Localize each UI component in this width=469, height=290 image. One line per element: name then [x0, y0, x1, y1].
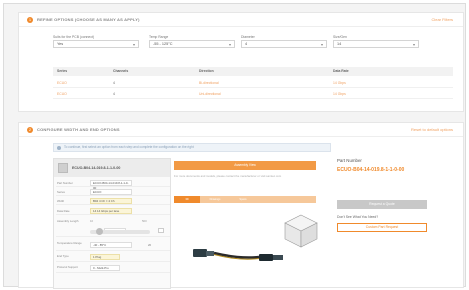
help-question: Don't See What You Need?	[337, 215, 379, 219]
info-text: To continue, first select an option from…	[64, 145, 194, 149]
configure-panel: 2 CONFIGURE WIDTH AND END OPTIONS Reset …	[18, 122, 464, 289]
cable-assembly-image	[193, 249, 283, 261]
tab-drawings[interactable]: Drawings	[202, 196, 228, 203]
tab-3d[interactable]: 3D	[174, 196, 200, 203]
product-name: ECUO-B04-14-019.8-1-1-0-00	[72, 166, 121, 170]
table-cell: 14 Gbps	[333, 92, 346, 96]
part-number-label: Part Number	[337, 158, 362, 163]
column-header: Channels	[113, 69, 129, 73]
filter-label: Diameter	[241, 35, 255, 39]
table-cell: Bi-directional	[199, 81, 219, 85]
table-cell: 4	[113, 92, 115, 96]
configurator-box: ECUO-B04-14-019.8-1-1-0-00 Part Number E…	[53, 158, 171, 289]
section-title: REFINE OPTIONS (CHOOSE AS MANY AS APPLY)	[37, 17, 140, 22]
temperature-select[interactable]: -40 - 85°C	[90, 242, 132, 248]
info-banner: To continue, first select an option from…	[53, 143, 331, 152]
table-cell: Uni-directional	[199, 92, 221, 96]
configurator-header: ECUO-B04-14-019.8-1-1-0-00	[54, 159, 170, 177]
table-header: Series Channels Direction Data Rate	[53, 67, 453, 76]
config-row[interactable]: Protocol Support 0 - Multi-Pro	[56, 263, 170, 273]
filter-select[interactable]: 14 ▾	[333, 40, 419, 48]
slider-knob[interactable]	[96, 228, 103, 235]
width-select[interactable]: B04 4 Ch = 4 Ch	[90, 198, 132, 204]
table-row[interactable]: ECUO 4 Bi-directional 14 Gbps	[53, 78, 453, 88]
filter-value: -55 - 125°C	[153, 42, 173, 46]
section-title: CONFIGURE WIDTH AND END OPTIONS	[37, 127, 120, 132]
step-badge: 1	[27, 17, 33, 23]
config-label: Width	[57, 199, 65, 203]
config-label: Assembly Length	[57, 219, 79, 223]
config-label: Temperature Range	[57, 241, 82, 245]
config-row[interactable]: Assembly Length 019.8 10 500	[56, 217, 170, 237]
data-rate-select[interactable]: 14 14 Gbps per lane	[90, 208, 132, 214]
config-row[interactable]: Width B04 4 Ch = 4 Ch	[56, 197, 170, 205]
product-thumbnail	[58, 163, 68, 173]
configure-header: 2 CONFIGURE WIDTH AND END OPTIONS Reset …	[19, 123, 463, 137]
config-row: Part Number ECUO-B04-14-019.8-1-1-0-00	[56, 179, 170, 190]
viewer-title-bar: Assembly View	[174, 161, 316, 170]
filter-value: Yes	[57, 42, 64, 46]
config-label: End Type	[57, 254, 69, 258]
config-row: Series ECUO	[56, 188, 170, 196]
config-label: Protocol Support	[57, 265, 78, 269]
protocol-select[interactable]: 0 - Multi-Pro	[90, 265, 120, 271]
reset-options-link[interactable]: Reset to default options	[411, 127, 453, 133]
config-label: Part Number	[57, 181, 73, 185]
info-icon	[57, 145, 61, 150]
custom-part-button[interactable]: Custom Part Request	[337, 223, 427, 232]
filter-label: Temp Range	[149, 35, 169, 39]
config-label: Series	[57, 190, 65, 194]
slider-max: 500	[142, 219, 147, 223]
config-row[interactable]: Temperature Range -40 - 85°C 20	[56, 239, 170, 251]
filter-select[interactable]: -55 - 125°C ▾	[149, 40, 235, 48]
table-cell[interactable]: ECUO	[57, 92, 67, 96]
config-value: ECUO	[90, 189, 132, 195]
chevron-down-icon: ▾	[228, 42, 231, 47]
request-quote-button[interactable]: Request a Quote	[337, 200, 427, 209]
refine-options-header: 1 REFINE OPTIONS (CHOOSE AS MANY AS APPL…	[19, 13, 463, 27]
config-row[interactable]: End Type 1 Plug	[56, 252, 170, 262]
table-cell: 4	[113, 81, 115, 85]
chevron-down-icon: ▾	[412, 42, 415, 47]
filter-value: 14	[337, 42, 342, 46]
viewer-tabs: 3D Drawings Specs	[174, 196, 316, 203]
filter-select[interactable]: Yes ▾	[53, 40, 139, 48]
table-row[interactable]: ECUO 4 Uni-directional 14 Gbps	[53, 89, 453, 99]
step-badge: 2	[27, 127, 33, 133]
refine-options-panel: 1 REFINE OPTIONS (CHOOSE AS MANY AS APPL…	[18, 12, 464, 112]
filter-value: 4	[245, 42, 248, 46]
table-cell: 14 Gbps	[333, 81, 346, 85]
slider-min: 10	[90, 219, 94, 223]
chevron-down-icon: ▾	[132, 42, 135, 47]
viewer-note: For more documents and models, please co…	[174, 174, 282, 178]
filter-label: Suits for the PCB (connect)	[53, 35, 95, 39]
filter-select[interactable]: 4 ▾	[241, 40, 327, 48]
length-slider[interactable]	[90, 228, 150, 235]
config-label: Data Rate	[57, 209, 70, 213]
filter-label: Size/Gen	[333, 35, 347, 39]
clear-filters-link[interactable]: Clear Filters	[431, 17, 453, 23]
tab-specs[interactable]: Specs	[230, 196, 256, 203]
column-header: Data Rate	[333, 69, 349, 73]
table-cell[interactable]: ECUO	[57, 81, 67, 85]
chevron-down-icon: ▾	[320, 42, 323, 47]
qty-value: 20	[148, 243, 152, 247]
config-value: ECUO-B04-14-019.8-1-1-0-00	[90, 180, 132, 190]
end-type-select[interactable]: 1 Plug	[90, 254, 120, 260]
browser-frame: 1 REFINE OPTIONS (CHOOSE AS MANY AS APPL…	[3, 3, 466, 289]
column-header: Direction	[199, 69, 214, 73]
config-row[interactable]: Data Rate 14 14 Gbps per lane	[56, 207, 170, 215]
part-number-value: ECUO-B04-14-019.8-1-1-0-00	[337, 167, 405, 173]
column-header: Series	[57, 69, 68, 73]
unit-toggle[interactable]	[158, 228, 164, 233]
